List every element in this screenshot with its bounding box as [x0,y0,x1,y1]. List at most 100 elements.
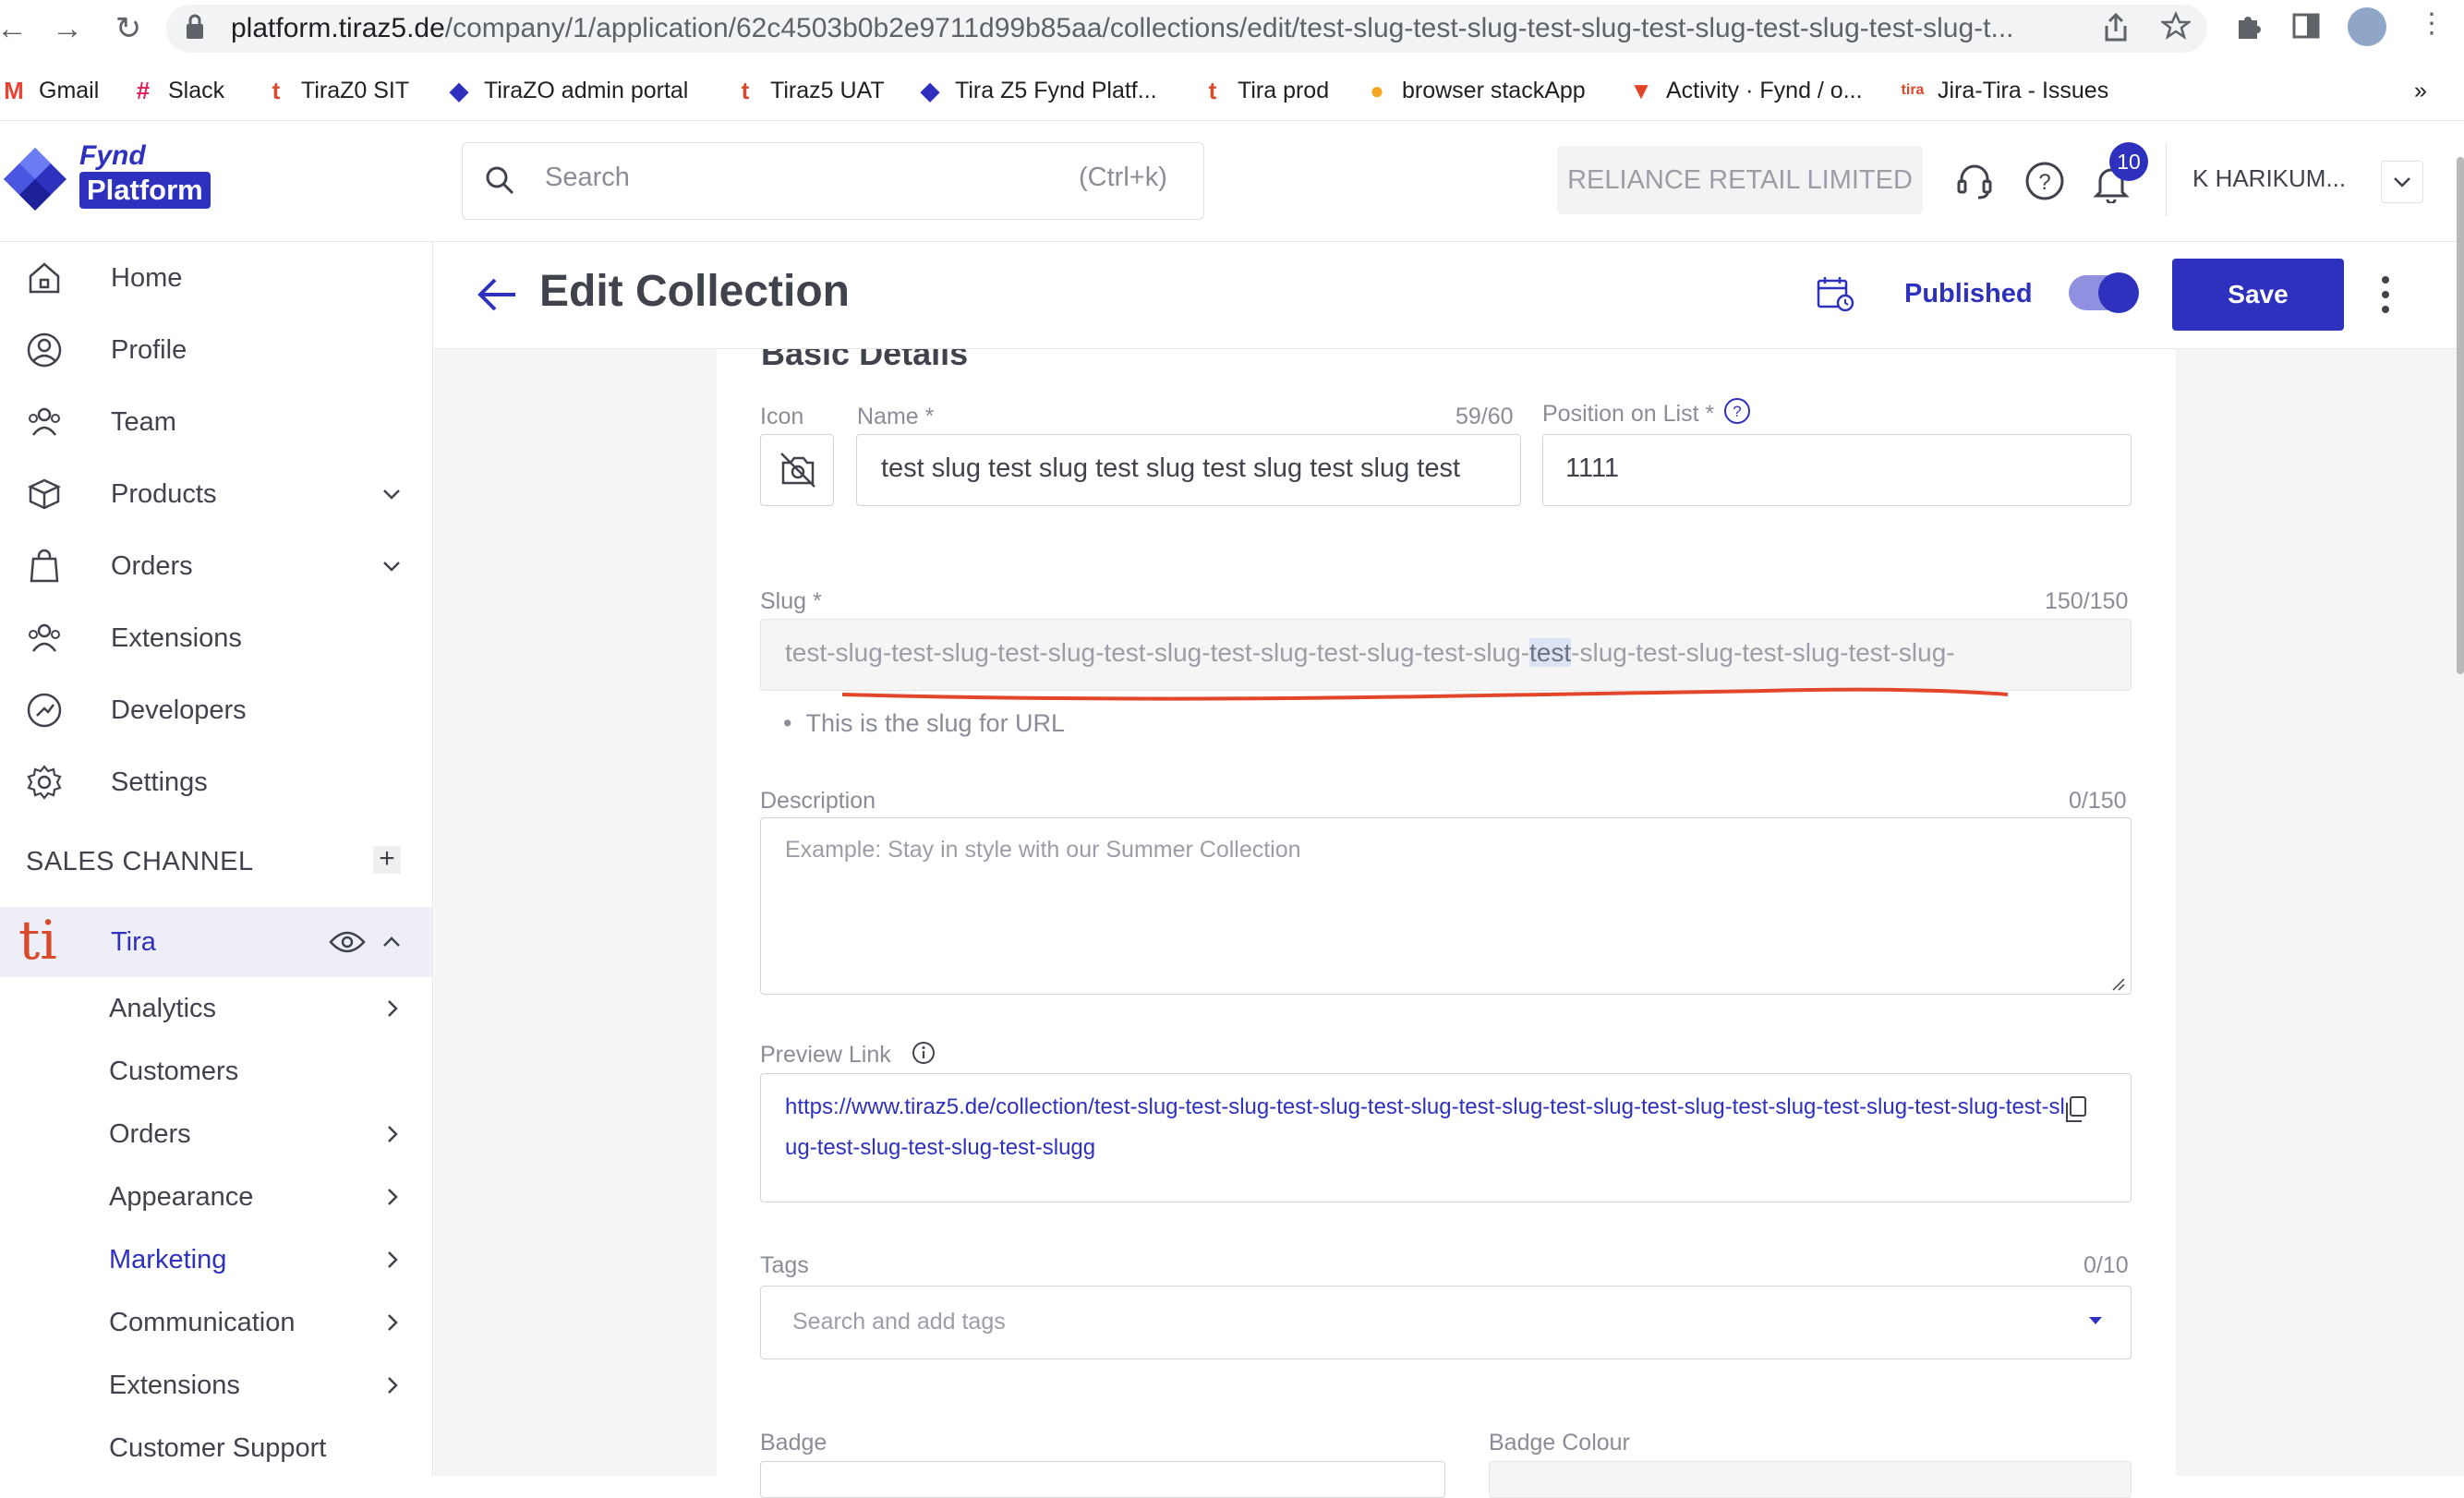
slug-input-value[interactable]: test-slug-test-slug-test-slug-test-slug-… [761,620,2130,668]
share-icon[interactable] [2104,13,2128,42]
tira-icon: t [741,76,750,104]
description-label: Description [760,788,876,814]
submenu-marketing[interactable]: Marketing [0,1228,432,1291]
publish-toggle-knob[interactable] [2098,272,2139,313]
reload-icon[interactable]: ↻ [109,9,148,48]
bookmark-tiraz5-uat[interactable]: t Tiraz5 UAT [731,66,885,115]
tira-logo: ti [18,909,57,972]
support-headset-icon[interactable] [1954,161,1995,201]
browserstack-icon: ● [1370,76,1384,104]
position-input[interactable]: 1111 [1542,434,2132,506]
page-title: Edit Collection [539,267,850,316]
description-textarea[interactable]: Example: Stay in style with our Summer C… [760,817,2132,995]
forward-arrow-icon[interactable]: → [48,9,87,48]
url-text[interactable]: platform.tiraz5.de/company/1/application… [231,11,2078,48]
page-scrollbar[interactable] [2457,157,2464,674]
slug-hint: • This is the slug for URL [783,709,1066,737]
caret-down-icon[interactable] [2087,1315,2104,1326]
schedule-calendar-icon[interactable] [1816,275,1854,312]
sidebar-item-home[interactable]: Home [0,242,432,314]
bag-icon [30,549,59,583]
box-icon [28,478,61,510]
chevron-right-icon [388,1251,398,1268]
slug-input[interactable]: test-slug-test-slug-test-slug-test-slug-… [760,619,2132,691]
name-input-value[interactable]: test slug test slug test slug test slug … [857,435,1500,484]
tags-label: Tags [760,1252,809,1278]
submenu-communication[interactable]: Communication [0,1291,432,1354]
sidebar-item-extensions[interactable]: Extensions [0,602,432,674]
resize-handle-icon[interactable] [2111,977,2126,992]
bookmarks-bar: M Gmail # Slack t TiraZ0 SIT ◆ TiraZO admin … [0,66,2464,115]
name-label: Name * [857,404,935,429]
save-button[interactable]: Save [2172,259,2344,331]
browser-avatar[interactable] [2348,7,2386,46]
icon-upload[interactable] [760,434,834,506]
sidebar-item-developers[interactable]: Developers [0,674,432,746]
bookmark-tira-z5-fynd[interactable]: ◆ Tira Z5 Fynd Platf... [916,66,1157,115]
search-placeholder[interactable]: Search [545,163,630,193]
badge-input[interactable] [760,1461,1445,1498]
slack-icon: # [136,76,151,104]
info-question-icon[interactable]: ? [1723,397,1751,425]
tags-placeholder[interactable]: Search and add tags [761,1287,2131,1335]
add-sales-channel-button[interactable]: + [373,845,401,874]
bookmark-gmail[interactable]: M Gmail [0,66,99,115]
sidebar-channel-tira[interactable] [0,907,432,977]
company-selector[interactable]: RELIANCE RETAIL LIMITED [1557,146,1923,214]
sidebar-item-settings[interactable]: Settings [0,746,432,818]
bookmarks-more[interactable]: » [2414,66,2427,115]
help-icon[interactable]: ? [2024,161,2065,201]
sidepanel-icon[interactable] [2292,13,2320,39]
sidebar-item-team[interactable]: Team [0,386,432,458]
submenu-extensions[interactable]: Extensions [0,1354,432,1417]
description-placeholder[interactable]: Example: Stay in style with our Summer C… [761,818,2131,864]
star-icon[interactable] [2161,11,2191,41]
position-input-value[interactable]: 1111 [1543,435,2131,484]
bookmark-tirazo-admin[interactable]: ◆ TiraZO admin portal [445,66,688,115]
chevron-up-icon[interactable] [379,929,405,955]
extensions-puzzle-icon[interactable] [2233,11,2263,41]
logo-text-fynd: Fynd [79,140,146,171]
submenu-appearance[interactable]: Appearance [0,1166,432,1228]
sidebar-item-products[interactable]: Products [0,458,432,530]
preview-link-url[interactable]: https://www.tiraz5.de/collection/test-sl… [761,1074,2069,1168]
name-input[interactable]: test slug test slug test slug test slug … [856,434,1521,506]
badge-colour-label: Badge Colour [1489,1430,1630,1456]
user-name[interactable]: K HARIKUM... [2192,164,2346,193]
bookmark-jira-tira[interactable]: tira Jira-Tira - Issues [1899,66,2109,115]
extensions-icon [29,623,60,652]
submenu-analytics[interactable]: Analytics [0,977,432,1040]
bookmark-gitlab-activity[interactable]: ▼ Activity · Fynd / o... [1627,66,1862,115]
back-arrow-icon[interactable] [477,275,519,314]
bookmark-browserstack[interactable]: ● browser stackApp [1363,66,1586,115]
back-arrow-icon[interactable]: ← [0,9,31,48]
chevron-down-icon [383,489,400,500]
menu-dots-icon[interactable]: ⋮ [2418,7,2446,40]
bookmark-tiraz0-sit[interactable]: t TiraZ0 SIT [262,66,409,115]
icon-label: Icon [760,404,804,429]
more-options-icon[interactable] [2373,273,2398,316]
sidebar-item-profile[interactable]: Profile [0,314,432,386]
name-counter: 59/60 [1455,404,1514,429]
submenu-customer-support[interactable]: Customer Support [0,1417,432,1480]
submenu-orders[interactable]: Orders [0,1103,432,1166]
bookmark-tira-prod[interactable]: t Tira prod [1199,66,1329,115]
fynd-icon: ◆ [921,76,939,104]
eye-icon[interactable] [329,925,366,959]
tira-icon: t [272,76,281,104]
preview-link-label: Preview Link [760,1042,891,1068]
svg-text:?: ? [2038,170,2050,195]
sidebar-item-orders[interactable]: Orders [0,530,432,602]
copy-icon[interactable] [2063,1095,2089,1125]
search-icon [484,164,515,196]
fynd-logo-icon[interactable] [0,144,70,214]
developers-icon [27,693,62,728]
tags-select[interactable]: Search and add tags [760,1286,2132,1359]
badge-colour-input[interactable] [1489,1461,2132,1498]
bookmark-slack[interactable]: # Slack [129,66,224,115]
user-menu-button[interactable] [2381,161,2423,203]
info-icon[interactable] [911,1040,936,1066]
submenu-customers[interactable]: Customers [0,1040,432,1103]
chevron-right-icon [388,1314,398,1331]
search-shortcut: (Ctrl+k) [1079,163,1167,192]
